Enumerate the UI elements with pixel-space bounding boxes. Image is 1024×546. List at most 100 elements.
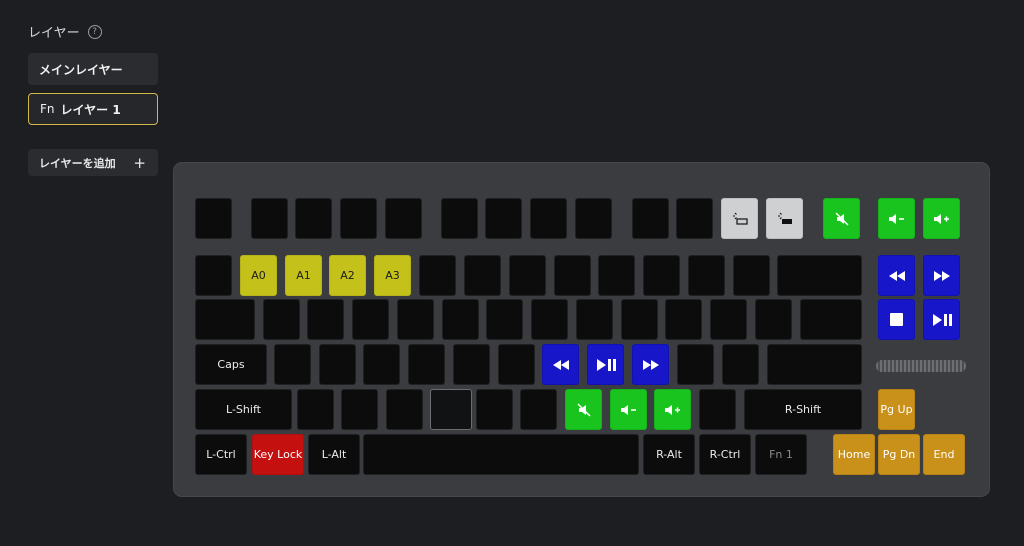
key-a3[interactable]: A3: [374, 255, 411, 296]
home-row-key-3[interactable]: [363, 344, 400, 385]
mute-key[interactable]: [565, 389, 602, 430]
end-key-label: End: [933, 448, 955, 461]
key-a2-label: A2: [340, 269, 355, 282]
qwerty-key-5[interactable]: [442, 299, 479, 340]
rewind-key[interactable]: [878, 255, 915, 296]
volume-up-key-top[interactable]: [923, 198, 960, 239]
key-a0[interactable]: A0: [240, 255, 277, 296]
media-rewind-key[interactable]: [542, 344, 579, 385]
f-key-1[interactable]: [195, 198, 232, 239]
number-key-3[interactable]: [509, 255, 546, 296]
enter-key[interactable]: [767, 344, 862, 385]
page-down-key[interactable]: Pg Dn: [878, 434, 920, 475]
add-layer-button[interactable]: レイヤーを追加 +: [28, 149, 158, 176]
f-key-6[interactable]: [441, 198, 478, 239]
home-row-key-5[interactable]: [453, 344, 490, 385]
number-key-4[interactable]: [554, 255, 591, 296]
qwerty-key-11[interactable]: [710, 299, 747, 340]
left-ctrl-key[interactable]: L-Ctrl: [195, 434, 247, 475]
qwerty-key-3[interactable]: [352, 299, 389, 340]
add-layer-label: レイヤーを追加: [39, 156, 116, 170]
home-row-key-4[interactable]: [408, 344, 445, 385]
left-alt-key-label: L-Alt: [321, 448, 347, 461]
home-row-key-6[interactable]: [498, 344, 535, 385]
qwerty-key-7[interactable]: [531, 299, 568, 340]
f-key-7[interactable]: [485, 198, 522, 239]
left-shift-key[interactable]: L-Shift: [195, 389, 292, 430]
brightup-icon: [777, 212, 793, 226]
right-ctrl-key[interactable]: R-Ctrl: [699, 434, 751, 475]
number-key-8[interactable]: [733, 255, 770, 296]
volume-up-key[interactable]: [654, 389, 691, 430]
stop-key[interactable]: [878, 299, 915, 340]
f-key-5[interactable]: [385, 198, 422, 239]
shift-row-key-2[interactable]: [341, 389, 378, 430]
home-row-key-semicolon[interactable]: [677, 344, 714, 385]
page-up-key[interactable]: Pg Up: [878, 389, 915, 430]
layer-main-label: メインレイヤー: [39, 62, 123, 77]
help-icon[interactable]: ?: [87, 24, 102, 39]
space-key[interactable]: [363, 434, 639, 475]
rewind-icon: [888, 270, 906, 281]
qwerty-key-8[interactable]: [576, 299, 613, 340]
brightness-up-key[interactable]: [766, 198, 803, 239]
f-key-4[interactable]: [340, 198, 377, 239]
f-key-8[interactable]: [530, 198, 567, 239]
number-key-7[interactable]: [688, 255, 725, 296]
tab-key[interactable]: [195, 299, 255, 340]
shift-row-key-slash[interactable]: [699, 389, 736, 430]
number-key-1[interactable]: [419, 255, 456, 296]
fn1-key[interactable]: Fn 1: [755, 434, 807, 475]
volup-icon: [933, 213, 951, 225]
f-key-2[interactable]: [251, 198, 288, 239]
end-key[interactable]: End: [923, 434, 965, 475]
qwerty-key-12[interactable]: [755, 299, 792, 340]
shift-row-key-3[interactable]: [386, 389, 423, 430]
number-key-5[interactable]: [598, 255, 635, 296]
play-pause-key[interactable]: [923, 299, 960, 340]
layer-main-button[interactable]: メインレイヤー: [28, 53, 158, 85]
f-key-3[interactable]: [295, 198, 332, 239]
shift-row-key-1[interactable]: [297, 389, 334, 430]
number-key-6[interactable]: [643, 255, 680, 296]
qwerty-key-10[interactable]: [665, 299, 702, 340]
key-a1[interactable]: A1: [285, 255, 322, 296]
key-grave[interactable]: [195, 255, 232, 296]
shift-row-key-6[interactable]: [520, 389, 557, 430]
right-shift-key[interactable]: R-Shift: [744, 389, 862, 430]
layer-fn1-button[interactable]: Fn レイヤー 1: [28, 93, 158, 125]
qwerty-key-2[interactable]: [307, 299, 344, 340]
shift-row-key-selected[interactable]: [430, 389, 472, 430]
home-row-key-quote[interactable]: [722, 344, 759, 385]
volume-down-key[interactable]: [610, 389, 647, 430]
shift-row-key-5[interactable]: [476, 389, 513, 430]
qwerty-key-1[interactable]: [263, 299, 300, 340]
home-row-key-2[interactable]: [319, 344, 356, 385]
home-key[interactable]: Home: [833, 434, 875, 475]
right-ctrl-key-label: R-Ctrl: [709, 448, 741, 461]
backspace-key[interactable]: [777, 255, 862, 296]
fast-forward-key[interactable]: [923, 255, 960, 296]
qwerty-key-4[interactable]: [397, 299, 434, 340]
key-a2[interactable]: A2: [329, 255, 366, 296]
media-play-pause-key[interactable]: [587, 344, 624, 385]
key-lock-key[interactable]: Key Lock: [252, 434, 304, 475]
brightness-down-key[interactable]: [721, 198, 758, 239]
backslash-key[interactable]: [800, 299, 862, 340]
f-key-10[interactable]: [632, 198, 669, 239]
mute-key-top[interactable]: [823, 198, 860, 239]
volume-down-key-top[interactable]: [878, 198, 915, 239]
media-forward-key[interactable]: [632, 344, 669, 385]
fn1-key-label: Fn 1: [769, 448, 793, 461]
f-key-11[interactable]: [676, 198, 713, 239]
f-key-9[interactable]: [575, 198, 612, 239]
scroll-wheel[interactable]: [876, 360, 966, 372]
caps-key-label: Caps: [217, 358, 245, 371]
qwerty-key-6[interactable]: [486, 299, 523, 340]
qwerty-key-9[interactable]: [621, 299, 658, 340]
caps-key[interactable]: Caps: [195, 344, 267, 385]
number-key-2[interactable]: [464, 255, 501, 296]
home-row-key-1[interactable]: [274, 344, 311, 385]
right-alt-key[interactable]: R-Alt: [643, 434, 695, 475]
left-alt-key[interactable]: L-Alt: [308, 434, 360, 475]
